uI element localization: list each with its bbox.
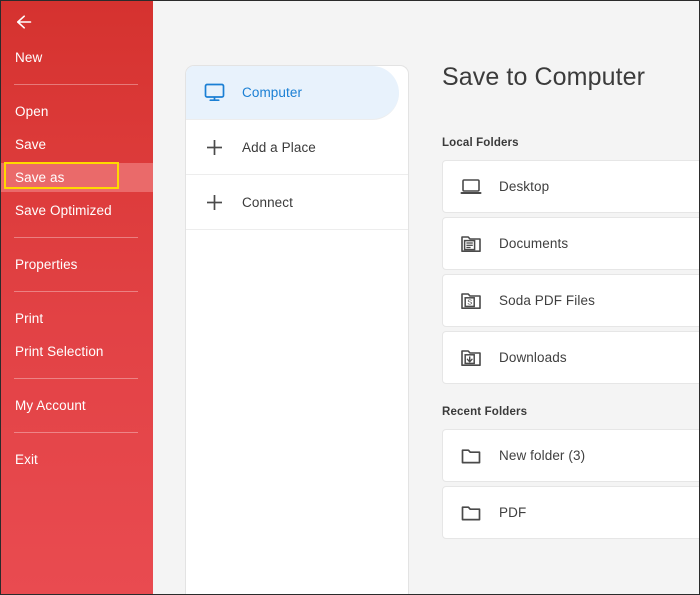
folder-icon <box>443 445 499 466</box>
menu-item-label: Print Selection <box>15 344 104 359</box>
menu-item-label: Save Optimized <box>15 203 112 218</box>
menu-item-exit[interactable]: Exit <box>1 445 153 474</box>
place-item-label: Computer <box>242 85 303 100</box>
menu-divider <box>14 237 138 238</box>
menu-item-save[interactable]: Save <box>1 130 153 159</box>
menu-item-save-as[interactable]: Save as <box>1 162 153 192</box>
place-item-computer[interactable]: Computer <box>186 66 399 120</box>
menu-divider <box>14 432 138 433</box>
menu-item-label: Save as <box>15 170 65 185</box>
folder-soda-icon: S <box>443 290 499 311</box>
recent-folders-list: New folder (3) PDF <box>442 429 699 543</box>
menu-item-label: Properties <box>15 257 78 272</box>
menu-divider <box>14 84 138 85</box>
folder-item-pdf[interactable]: PDF <box>442 486 699 539</box>
menu-item-save-optimized[interactable]: Save Optimized <box>1 196 153 225</box>
plus-icon <box>186 193 242 212</box>
place-item-add-a-place[interactable]: Add a Place <box>186 120 408 175</box>
folder-item-label: Downloads <box>499 350 567 365</box>
menu-item-new[interactable]: New <box>1 43 153 72</box>
menu-divider <box>14 378 138 379</box>
arrow-left-icon <box>16 14 36 30</box>
folder-item-label: Desktop <box>499 179 550 194</box>
menu-item-label: My Account <box>15 398 86 413</box>
local-folders-list: Desktop Documents S Soda PDF Files Downl… <box>442 160 699 388</box>
folder-item-new-folder-3[interactable]: New folder (3) <box>442 429 699 482</box>
local-folders-heading: Local Folders <box>442 137 519 149</box>
menu-item-open[interactable]: Open <box>1 97 153 126</box>
folder-item-soda-pdf-files[interactable]: S Soda PDF Files <box>442 274 699 327</box>
place-item-connect[interactable]: Connect <box>186 175 408 230</box>
recent-folders-heading: Recent Folders <box>442 406 528 418</box>
folder-item-label: Soda PDF Files <box>499 293 595 308</box>
app-window: New Open Save Save as Save Optimized Pro… <box>0 0 700 595</box>
place-item-label: Add a Place <box>242 139 316 155</box>
folder-icon <box>443 502 499 523</box>
menu-item-my-account[interactable]: My Account <box>1 391 153 420</box>
svg-text:S: S <box>467 298 472 307</box>
menu-item-label: Exit <box>15 452 38 467</box>
plus-icon <box>186 138 242 157</box>
folder-item-label: PDF <box>499 505 527 520</box>
places-panel: Computer Add a Place Connect <box>185 65 409 594</box>
menu-item-label: Open <box>15 104 49 119</box>
place-item-label: Connect <box>242 194 293 210</box>
folder-document-icon <box>443 233 499 254</box>
folder-item-documents[interactable]: Documents <box>442 217 699 270</box>
menu-divider <box>14 291 138 292</box>
menu-item-label: Print <box>15 311 44 326</box>
back-button[interactable] <box>9 7 43 37</box>
folder-item-desktop[interactable]: Desktop <box>442 160 699 213</box>
menu-item-print[interactable]: Print <box>1 304 153 333</box>
folder-item-downloads[interactable]: Downloads <box>442 331 699 384</box>
file-menu-list: New Open Save Save as Save Optimized Pro… <box>1 43 153 474</box>
folder-item-label: Documents <box>499 236 569 251</box>
menu-item-print-selection[interactable]: Print Selection <box>1 337 153 366</box>
save-destination-panel: Save to Computer Local Folders Desktop D… <box>442 1 699 594</box>
menu-item-properties[interactable]: Properties <box>1 250 153 279</box>
menu-item-label: Save <box>15 137 47 152</box>
laptop-icon <box>443 177 499 197</box>
folder-download-icon <box>443 347 499 368</box>
monitor-icon <box>186 83 242 102</box>
file-menu-sidebar: New Open Save Save as Save Optimized Pro… <box>1 1 153 594</box>
page-title: Save to Computer <box>442 63 646 91</box>
menu-item-label: New <box>15 50 43 65</box>
folder-item-label: New folder (3) <box>499 448 586 463</box>
